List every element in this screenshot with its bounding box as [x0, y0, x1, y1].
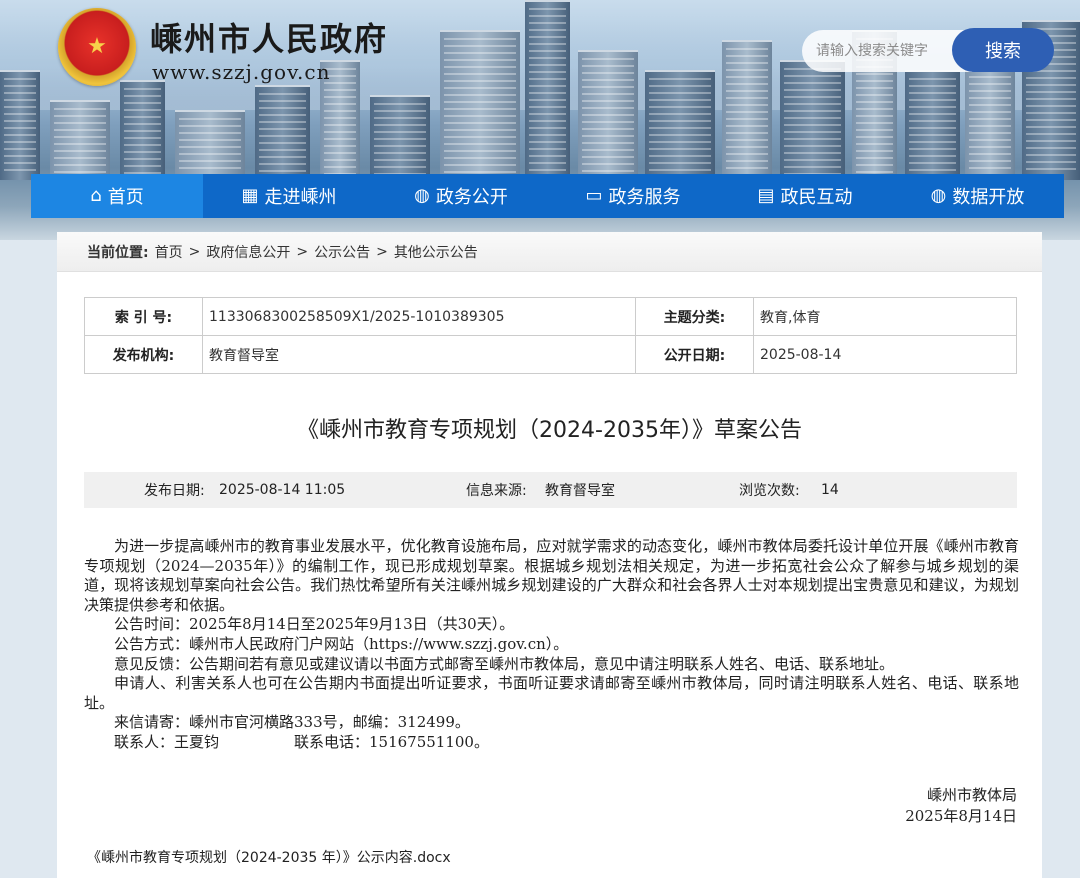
- article-info-bar: 发布日期: 2025-08-14 11:05 信息来源: 教育督导室 浏览次数:…: [84, 472, 1017, 508]
- building: [578, 50, 638, 180]
- nav-item-label: 数据开放: [952, 187, 1025, 208]
- national-emblem-icon: ★: [58, 8, 136, 86]
- main-nav: ⌂ 首页 ▦ 走进嵊州 ◍ 政务公开 ▭ 政务服务 ▤ 政民互动 ◍ 数据开放: [31, 174, 1064, 218]
- topic-label: 主题分类:: [635, 297, 754, 336]
- article-body: 为进一步提高嵊州市的教育事业发展水平，优化教育设施布局，应对就学需求的动态变化，…: [84, 537, 1019, 753]
- globe-icon: ◍: [414, 185, 430, 206]
- publish-date-value: 2025-08-14 11:05: [219, 482, 346, 498]
- nav-item-interaction[interactable]: ▤ 政民互动: [719, 174, 891, 218]
- article-title: 《嵊州市教育专项规划（2024-2035年）》草案公告: [297, 418, 802, 443]
- index-value: 1133068300258509X1/2025-1010389305: [202, 297, 636, 336]
- nav-item-label: 政民互动: [780, 187, 853, 208]
- building: [645, 70, 715, 180]
- breadcrumb-separator: >: [188, 243, 201, 260]
- source-value: 教育督导室: [545, 483, 615, 499]
- chat-icon: ▤: [757, 185, 775, 206]
- content-panel: 当前位置: 首页 > 政府信息公开 > 公示公告 > 其他公示公告 索 引 号:…: [57, 232, 1042, 878]
- views-value: 14: [821, 482, 839, 498]
- building: [120, 80, 165, 180]
- home-icon: ⌂: [90, 185, 102, 206]
- paragraph: 意见反馈：公告期间若有意见或建议请以书面方式邮寄至嵊州市教体局，意见中请注明联系…: [114, 654, 895, 673]
- monitor-icon: ▭: [585, 185, 603, 206]
- metadata-table: 索 引 号: 1133068300258509X1/2025-101038930…: [84, 297, 1017, 374]
- breadcrumb-separator: >: [376, 243, 388, 260]
- nav-item-open-data[interactable]: ◍ 数据开放: [891, 174, 1064, 218]
- site-url: www.szzj.gov.cn: [152, 60, 331, 84]
- nav-item-label: 政务服务: [608, 187, 681, 208]
- breadcrumb-separator: >: [296, 243, 309, 260]
- nav-item-label: 首页: [107, 187, 144, 208]
- signature-org: 嵊州市教体局: [926, 786, 1017, 804]
- globe-icon: ◍: [930, 185, 947, 206]
- date-value: 2025-08-14: [753, 335, 1017, 374]
- search-input[interactable]: [802, 30, 972, 72]
- building: [50, 100, 110, 180]
- index-label: 索 引 号:: [84, 297, 203, 336]
- building: [722, 40, 772, 180]
- building: [370, 95, 430, 180]
- building: [440, 30, 520, 180]
- paragraph: 申请人、利害关系人也可在公告期内书面提出听证要求，书面听证要求请邮寄至嵊州市教体…: [84, 674, 1019, 712]
- nav-item-gov-service[interactable]: ▭ 政务服务: [547, 174, 719, 218]
- site-title: 嵊州市人民政府: [150, 20, 389, 58]
- building-icon: ▦: [241, 185, 259, 206]
- building: [780, 60, 845, 180]
- building: [255, 85, 310, 180]
- nav-item-label: 政务公开: [435, 187, 508, 208]
- building: [0, 70, 40, 180]
- breadcrumb-link[interactable]: 政府信息公开: [206, 242, 290, 262]
- publish-date-label: 发布日期:: [144, 483, 205, 499]
- breadcrumb-link[interactable]: 首页: [155, 242, 183, 262]
- org-label: 发布机构:: [84, 335, 203, 374]
- breadcrumb: 当前位置: 首页 > 政府信息公开 > 公示公告 > 其他公示公告: [57, 232, 1042, 272]
- nav-item-about[interactable]: ▦ 走进嵊州: [203, 174, 375, 218]
- nav-item-label: 走进嵊州: [264, 187, 337, 208]
- paragraph: 公告方式：嵊州市人民政府门户网站（https://www.szzj.gov.cn…: [114, 634, 569, 653]
- org-value: 教育督导室: [202, 335, 636, 374]
- table-row: 发布机构: 教育督导室 公开日期: 2025-08-14: [84, 335, 1017, 374]
- attachment-link[interactable]: 《嵊州市教育专项规划（2024-2035 年）》公示内容.docx: [87, 847, 451, 867]
- breadcrumb-link[interactable]: 公示公告: [314, 242, 370, 262]
- paragraph: 公告时间：2025年8月14日至2025年9月13日（共30天）。: [114, 615, 515, 634]
- nav-item-home[interactable]: ⌂ 首页: [31, 174, 203, 218]
- building: [175, 110, 245, 180]
- signature-date: 2025年8月14日: [905, 807, 1017, 825]
- breadcrumb-link[interactable]: 其他公示公告: [394, 242, 478, 262]
- search-button[interactable]: 搜索: [952, 28, 1054, 72]
- table-row: 索 引 号: 1133068300258509X1/2025-101038930…: [84, 297, 1017, 336]
- breadcrumb-label: 当前位置:: [87, 244, 149, 261]
- paragraph: 为进一步提高嵊州市的教育事业发展水平，优化教育设施布局，应对就学需求的动态变化，…: [84, 537, 1019, 614]
- date-label: 公开日期:: [635, 335, 754, 374]
- views-label: 浏览次数:: [739, 483, 800, 499]
- paragraph: 来信请寄：嵊州市官河横路333号，邮编：312499。: [114, 713, 470, 732]
- nav-item-gov-info[interactable]: ◍ 政务公开: [375, 174, 547, 218]
- topic-value: 教育,体育: [753, 297, 1017, 336]
- building: [905, 70, 960, 180]
- paragraph: 联系人：王夏钧 联系电话：15167551100。: [114, 732, 489, 751]
- source-label: 信息来源:: [466, 483, 527, 499]
- building: [525, 0, 570, 180]
